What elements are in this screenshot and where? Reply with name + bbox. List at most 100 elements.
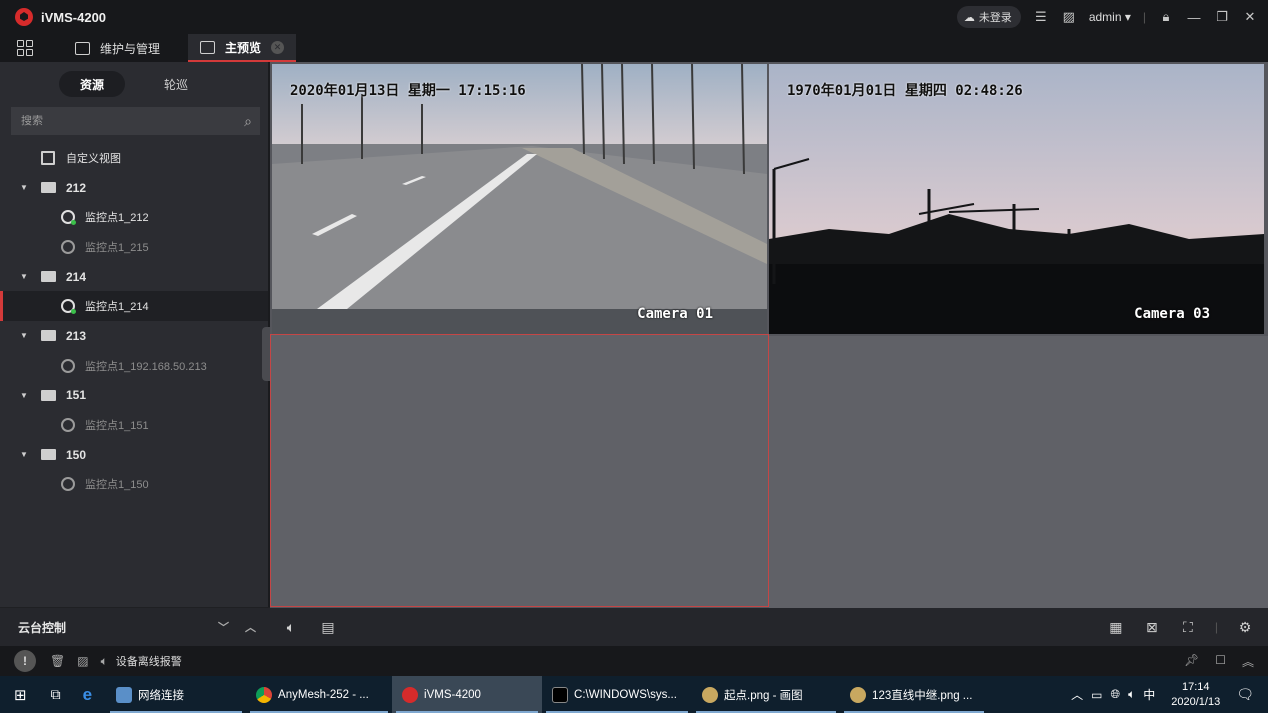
tree-item-custom-view[interactable]: 自定义视图 (0, 143, 268, 173)
group-label: 212 (66, 180, 87, 195)
tree-camera[interactable]: 监控点1_151 (0, 410, 268, 440)
video-pane-4[interactable] (769, 336, 1268, 608)
ime-indicator[interactable]: 中 (1143, 686, 1155, 703)
image-icon[interactable]: ▨ (1061, 9, 1077, 25)
chevron-up-icon[interactable]: ︽ (1242, 653, 1254, 670)
titlebar-controls: ☁ 未登录 ☰ ▨ admin ▾ | 🔒︎ — ❐ ✕ (956, 6, 1258, 28)
minimize-icon[interactable]: — (1186, 10, 1202, 25)
chevron-down-icon: ▾ (1124, 10, 1131, 24)
close-all-icon[interactable]: ⊠ (1143, 618, 1161, 636)
notification-icon[interactable]: 🗨︎ (1236, 686, 1254, 703)
taskbar-item-chrome[interactable]: AnyMesh-252 - ... (246, 676, 392, 713)
pin-icon[interactable]: 📌︎ (1184, 653, 1199, 670)
camera-label: 监控点1_212 (85, 212, 149, 225)
trash-icon[interactable]: 🗑︎ (50, 654, 65, 668)
tree-camera[interactable]: 监控点1_215 (0, 232, 268, 262)
caret-down-icon[interactable]: ▼ (20, 272, 28, 281)
sidebar-collapse-handle[interactable] (262, 327, 270, 381)
tree-camera[interactable]: 监控点1_192.168.50.213 (0, 351, 268, 381)
chevron-up-icon[interactable]: ︿ (245, 619, 256, 635)
search-input[interactable] (21, 115, 221, 127)
lock-icon[interactable]: 🔒︎ (1158, 9, 1174, 25)
user-menu[interactable]: admin ▾ (1089, 10, 1131, 24)
chevron-up-icon[interactable]: ︿ (1071, 686, 1083, 703)
camera-offline-icon (61, 477, 75, 492)
segment-patrol[interactable]: 轮巡 (143, 71, 209, 97)
folder-icon (41, 182, 56, 194)
fullscreen-icon[interactable]: ⛶ (1179, 618, 1197, 636)
taskbar-item-ivms[interactable]: iVMS-4200 (392, 676, 543, 713)
system-tray: ︿ ▭ 🌐︎ 🔈︎ 中 17:14 2020/1/13 🗨︎ (1071, 676, 1268, 713)
settings-icon[interactable]: ⚙ (1236, 618, 1254, 636)
paint-icon (702, 686, 719, 703)
caret-down-icon[interactable]: ▼ (20, 331, 28, 340)
group-label: 151 (66, 388, 87, 403)
tab-label: 主预览 (225, 40, 262, 55)
tree-group-150[interactable]: ▼ 150 (0, 440, 268, 470)
video-toolbar: 🔈︎ ▤ ▦ ⊠ ⛶ | ⚙ (270, 608, 1268, 646)
close-icon[interactable]: ✕ (1242, 9, 1258, 25)
alarm-warning-icon[interactable]: ! (14, 650, 36, 672)
login-status-button[interactable]: ☁ 未登录 (956, 6, 1021, 28)
custom-view-icon (41, 150, 55, 165)
image-icon[interactable]: ▨ (77, 654, 88, 668)
taskbar-label: iVMS-4200 (424, 688, 481, 701)
clock-date: 2020/1/13 (1171, 695, 1221, 708)
toolbar-right: ▦ ⊠ ⛶ | ⚙ (1107, 618, 1254, 636)
volume-icon[interactable]: 🔈︎ (1128, 687, 1135, 702)
windows-start-icon[interactable]: ⊞ (14, 686, 27, 704)
camera-offline-icon (61, 239, 75, 254)
taskbar-item-paint-2[interactable]: 123直线中继.png ... (840, 676, 988, 713)
taskbar-item-network[interactable]: 网络连接 (106, 676, 246, 713)
layout-grid-icon[interactable]: ▦ (1107, 618, 1125, 636)
camera-label: 监控点1_151 (85, 420, 149, 433)
status-bar: ! 🗑︎ ▨ 🔈︎ 设备离线报警 📌︎ ☐ ︽ (0, 646, 1268, 676)
tab-maintenance[interactable]: 维护与管理 (63, 34, 172, 62)
search-icon[interactable]: ⌕ (244, 113, 252, 130)
chevron-down-icon[interactable]: ﹀ (218, 619, 229, 635)
video-pane-2[interactable]: 1970年01月01日 星期四 02:48:26 Camera 03 (769, 64, 1264, 334)
ptz-panel-header[interactable]: 云台控制 ﹀ ︿ (0, 608, 270, 646)
ivms-logo-icon (15, 8, 33, 26)
tree-camera-selected[interactable]: 监控点1_214 (0, 291, 268, 322)
taskbar-item-paint-1[interactable]: 起点.png - 画图 (692, 676, 840, 713)
caret-down-icon[interactable]: ▼ (20, 183, 28, 192)
camera-offline-icon (61, 418, 75, 433)
app-title: iVMS-4200 (41, 9, 107, 25)
network-globe-icon[interactable]: 🌐︎ (1110, 687, 1120, 702)
caret-down-icon[interactable]: ▼ (20, 450, 28, 459)
tree-group-214[interactable]: ▼ 214 (0, 262, 268, 292)
tab-close-icon[interactable]: ✕ (271, 40, 285, 54)
tree-camera[interactable]: 监控点1_150 (0, 470, 268, 500)
module-grid-icon[interactable] (17, 40, 33, 56)
tree-camera[interactable]: 监控点1_212 (0, 202, 268, 232)
save-icon[interactable]: ▤ (319, 618, 337, 636)
segment-resources[interactable]: 资源 (59, 71, 125, 97)
pane1-timestamp: 2020年01月13日 星期一 17:15:16 (290, 83, 526, 99)
clock[interactable]: 17:14 2020/1/13 (1171, 680, 1220, 710)
ivms-icon (402, 686, 419, 703)
edge-browser-icon[interactable]: e (83, 685, 92, 705)
group-label: 150 (66, 447, 87, 462)
tree-group-212[interactable]: ▼ 212 (0, 173, 268, 203)
paint-icon (850, 686, 867, 703)
caret-down-icon[interactable]: ▼ (20, 391, 28, 400)
tree-group-151[interactable]: ▼ 151 (0, 381, 268, 411)
tree-group-213[interactable]: ▼ 213 (0, 321, 268, 351)
window-icon[interactable]: ☐ (1215, 653, 1226, 670)
battery-icon[interactable]: ▭ (1091, 688, 1102, 702)
group-label: 214 (66, 269, 87, 284)
group-label: 213 (66, 328, 87, 343)
camera-label: 监控点1_192.168.50.213 (85, 360, 207, 373)
volume-icon[interactable]: 🔈︎ (282, 618, 300, 636)
list-icon[interactable]: ☰ (1033, 9, 1049, 25)
speaker-icon[interactable]: 🔈︎ (101, 654, 108, 669)
video-pane-1[interactable]: 2020年01月13日 星期一 17:15:16 Camera 01 (272, 64, 767, 334)
taskbar-item-cmd[interactable]: C:\WINDOWS\sys... (542, 676, 692, 713)
restore-icon[interactable]: ❐ (1214, 9, 1230, 25)
tab-main-preview[interactable]: 主预览 ✕ (188, 34, 297, 62)
windows-taskbar: ⊞ ⧉ e 网络连接 AnyMesh-252 - ... iVMS-4200 C… (0, 676, 1268, 713)
camera-label: 监控点1_215 (85, 241, 149, 254)
task-view-icon[interactable]: ⧉ (51, 686, 61, 703)
video-pane-3-selected[interactable] (270, 334, 769, 607)
